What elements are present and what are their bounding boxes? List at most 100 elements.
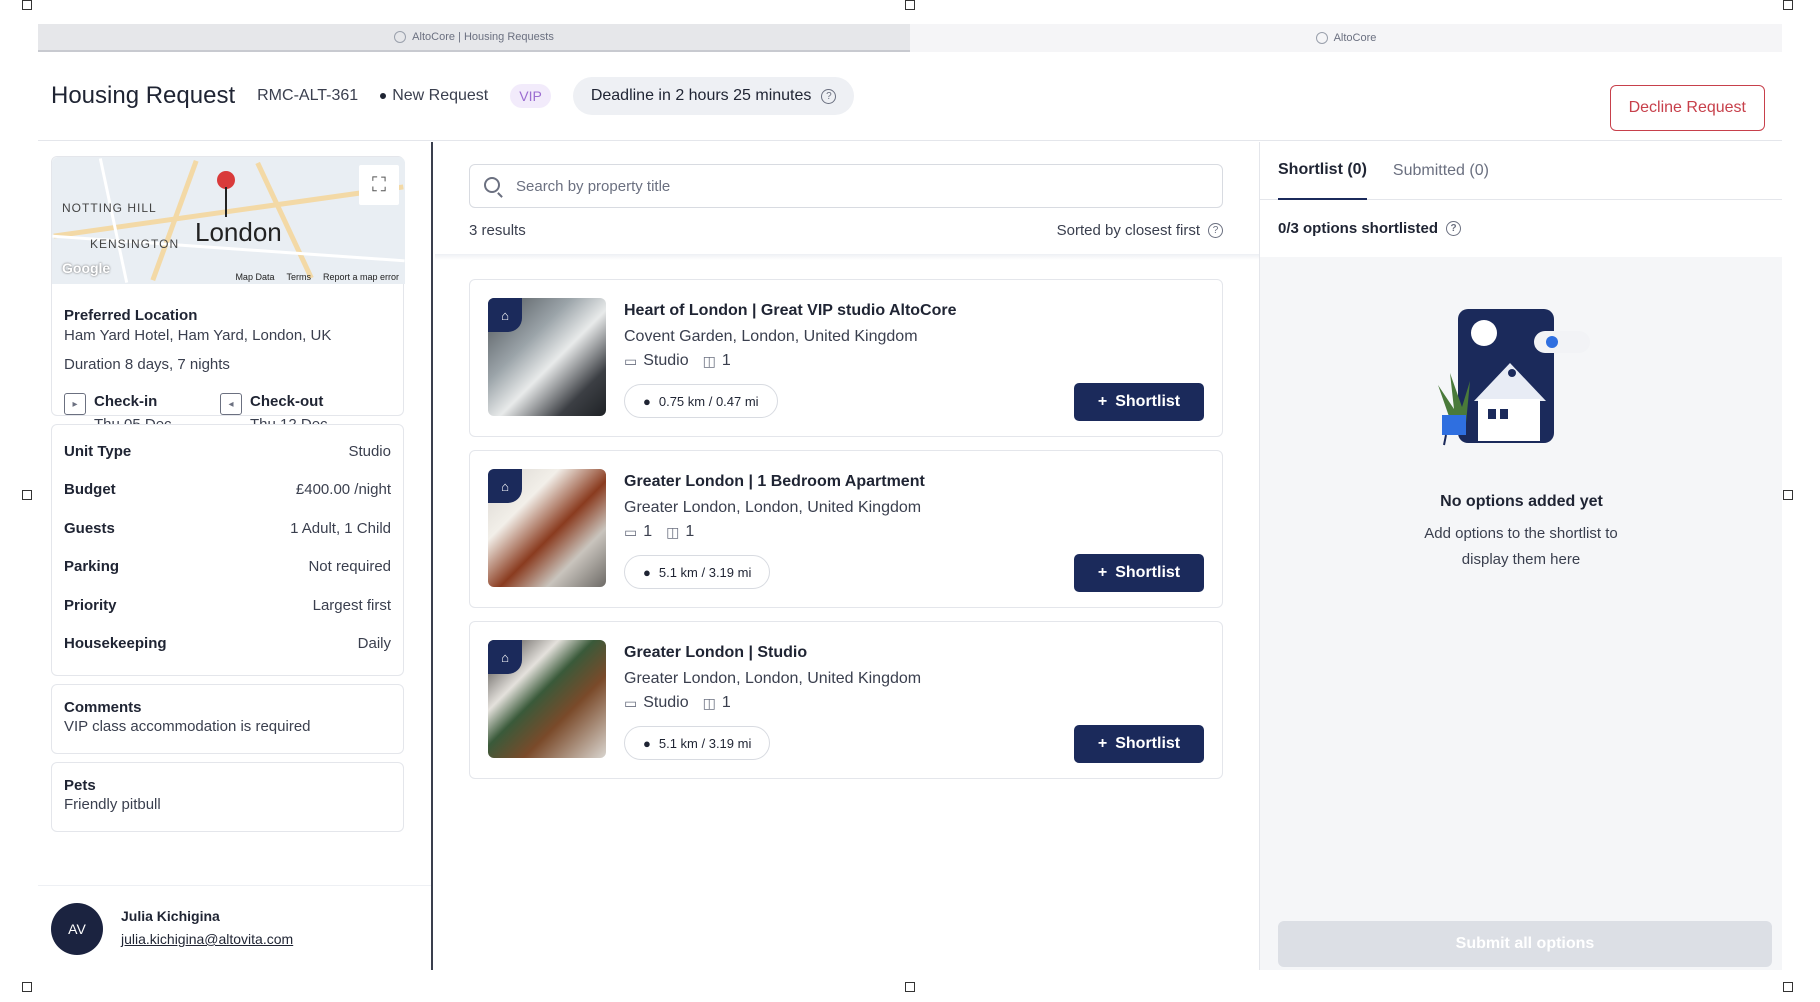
submit-all-options-button[interactable]: Submit all options (1278, 921, 1772, 967)
location-map[interactable]: NOTTING HILL KENSINGTON London ⛶ Google … (52, 157, 405, 284)
property-address: Greater London, London, United Kingdom (624, 670, 922, 687)
location-pin-icon (225, 187, 227, 217)
detail-row-unit-type: Unit Type Studio (52, 432, 403, 471)
resize-handle (22, 0, 32, 10)
property-title[interactable]: Greater London | 1 Bedroom Apartment (624, 473, 925, 491)
detail-key: Parking (64, 558, 120, 576)
detail-row-housekeeping: Housekeeping Daily (52, 625, 403, 664)
plus-icon: + (1097, 564, 1108, 581)
detail-row-budget: Budget £400.00 /night (52, 471, 403, 510)
toggle-knob-shape (1546, 336, 1558, 348)
search-input[interactable]: Search by property title (469, 164, 1223, 208)
help-icon[interactable]: ? (1208, 223, 1223, 238)
property-address: Greater London, London, United Kingdom (624, 499, 922, 516)
property-thumbnail[interactable]: ⌂ (488, 640, 606, 758)
shortlist-button[interactable]: + Shortlist (1074, 725, 1204, 763)
results-count: 3 results (469, 222, 526, 239)
resize-handle (1783, 982, 1793, 992)
preferred-location-label: Preferred Location (64, 307, 198, 324)
bed-icon: ▭ (624, 523, 638, 540)
list-divider (435, 254, 1259, 260)
comments-label: Comments (64, 699, 142, 716)
comments-value: VIP class accommodation is required (64, 718, 311, 735)
detail-value: £400.00 /night (295, 481, 391, 499)
shortlist-count: 0/3 options shortlisted ? (1278, 220, 1462, 237)
sun-shape (1471, 320, 1497, 346)
detail-key: Budget (64, 481, 116, 499)
map-city-label: London (195, 217, 282, 247)
pets-label: Pets (64, 777, 96, 794)
detail-value: Largest first (312, 596, 391, 614)
browser-tab-label: AltoCore (1333, 32, 1377, 44)
bathrooms-value: 1 (685, 523, 695, 540)
browser-tabs: AltoCore | Housing Requests AltoCore (38, 24, 1782, 52)
bath-icon: ◫ (666, 523, 680, 540)
decline-request-button[interactable]: Decline Request (1609, 85, 1765, 131)
comments-card: Comments VIP class accommodation is requ… (51, 684, 404, 754)
browser-tab-housing-requests[interactable]: AltoCore | Housing Requests (38, 24, 910, 52)
agent-name: Julia Kichigina (121, 908, 220, 924)
shortlist-button[interactable]: + Shortlist (1074, 554, 1204, 592)
property-address: Covent Garden, London, United Kingdom (624, 328, 918, 345)
map-attribution: Map Data Terms Report a map error (235, 272, 399, 282)
fullscreen-icon[interactable]: ⛶ (359, 165, 399, 205)
plus-icon: + (1097, 735, 1108, 752)
check-in-label: Check-in (94, 393, 158, 410)
location-pin-icon: ● (643, 735, 651, 751)
request-header: Housing Request RMC-ALT-361 New Request … (38, 52, 1782, 141)
property-card[interactable]: ⌂ Greater London | Studio Greater London… (469, 621, 1223, 779)
property-title[interactable]: Heart of London | Great VIP studio AltoC… (624, 302, 957, 320)
empty-state-illustration (1438, 309, 1590, 446)
shortlist-count-label: 0/3 options shortlisted (1278, 220, 1439, 237)
bedrooms-value: Studio (643, 352, 689, 369)
property-meta: ▭ Studio ◫ 1 (624, 694, 731, 712)
plus-icon: + (1097, 393, 1108, 410)
shortlist-label: Shortlist (1115, 564, 1181, 581)
agent-email-link[interactable]: julia.kichigina@altovita.com (121, 931, 293, 947)
shortlist-panel: Shortlist (0) Submitted (0) 0/3 options … (1259, 142, 1782, 970)
pets-card: Pets Friendly pitbull (51, 762, 404, 832)
plant-pot-shape (1442, 415, 1466, 435)
help-icon[interactable]: ? (1446, 221, 1462, 236)
tab-shortlist[interactable]: Shortlist (0) (1278, 142, 1367, 200)
window-shape (1488, 409, 1496, 419)
tab-submitted[interactable]: Submitted (0) (1393, 142, 1489, 200)
home-icon: ⌂ (488, 640, 522, 674)
distance-pill: ● 5.1 km / 3.19 mi (624, 555, 771, 589)
map-report-link[interactable]: Report a map error (323, 272, 399, 282)
property-card[interactable]: ⌂ Heart of London | Great VIP studio Alt… (469, 279, 1223, 437)
sort-label: Sorted by closest first (1056, 222, 1200, 239)
help-icon[interactable]: ? (821, 88, 837, 104)
location-pin-icon: ● (643, 564, 651, 580)
detail-value: Daily (357, 635, 391, 653)
property-card[interactable]: ⌂ Greater London | 1 Bedroom Apartment G… (469, 450, 1223, 608)
location-card: NOTTING HILL KENSINGTON London ⛶ Google … (51, 156, 405, 433)
property-thumbnail[interactable]: ⌂ (488, 469, 606, 587)
bed-icon: ▭ (624, 352, 638, 369)
map-data-link[interactable]: Map Data (235, 272, 274, 282)
search-icon (484, 177, 500, 193)
bathrooms-value: 1 (721, 694, 731, 711)
stay-duration: Duration 8 days, 7 nights (64, 356, 230, 373)
shortlist-button[interactable]: + Shortlist (1074, 383, 1204, 421)
sort-indicator[interactable]: Sorted by closest first ? (1057, 222, 1223, 239)
bed-icon: ▭ (624, 694, 638, 711)
request-details-panel: NOTTING HILL KENSINGTON London ⛶ Google … (38, 142, 433, 970)
distance-pill: ● 0.75 km / 0.47 mi (624, 384, 778, 418)
bathrooms-value: 1 (721, 352, 731, 369)
altocore-logo-icon (394, 31, 407, 43)
search-results-panel: Search by property title 3 results Sorte… (435, 142, 1259, 970)
request-reference: RMC-ALT-361 (257, 87, 359, 104)
plant-leg-shape (1443, 434, 1447, 446)
property-thumbnail[interactable]: ⌂ (488, 298, 606, 416)
preferred-location-value: Ham Yard Hotel, Ham Yard, London, UK (64, 327, 332, 344)
detail-row-guests: Guests 1 Adult, 1 Child (52, 509, 403, 548)
empty-state-subtitle: Add options to the shortlist to display … (1424, 525, 1618, 568)
detail-key: Guests (64, 519, 115, 537)
distance-pill: ● 5.1 km / 3.19 mi (624, 726, 771, 760)
property-title[interactable]: Greater London | Studio (624, 644, 807, 662)
status-label: New Request (392, 87, 489, 104)
map-terms-link[interactable]: Terms (286, 272, 311, 282)
resize-handle (905, 0, 915, 10)
browser-tab-altocore[interactable]: AltoCore (910, 24, 1782, 52)
